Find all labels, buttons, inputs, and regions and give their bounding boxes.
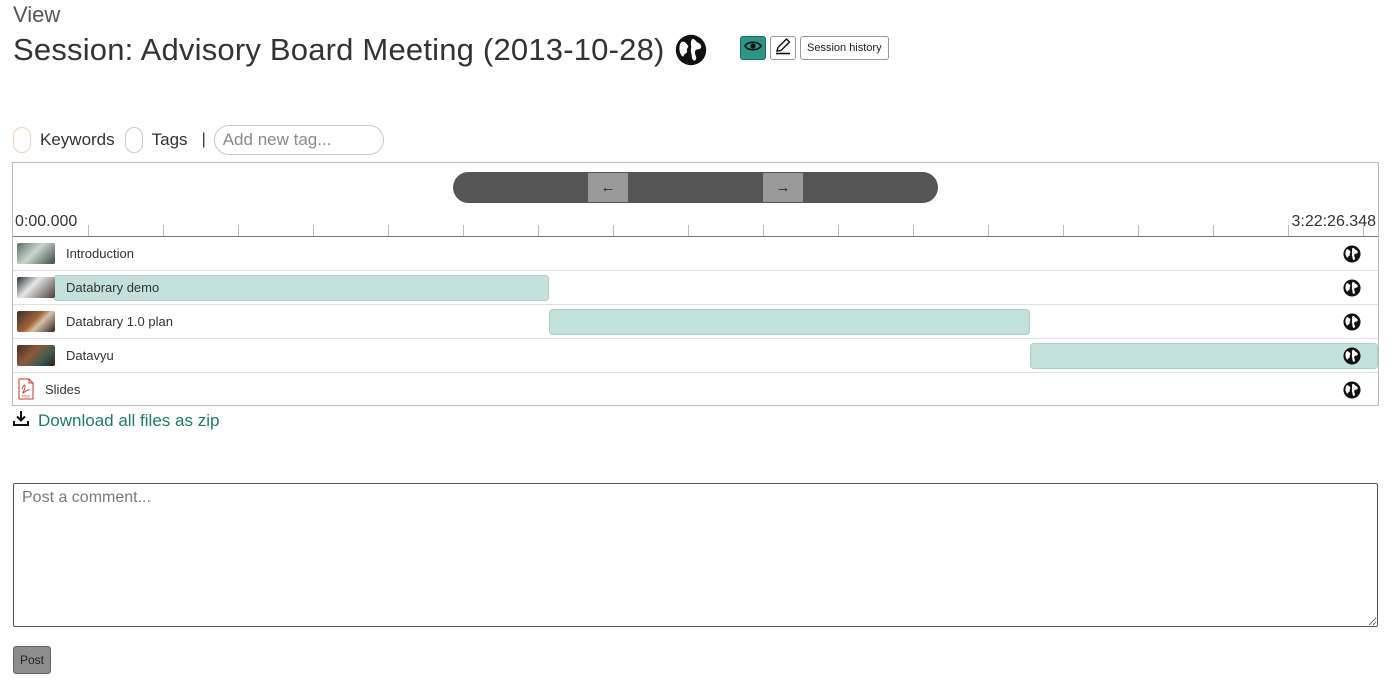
timeline-track[interactable]: PDF Slides (13, 373, 1378, 407)
track-name[interactable]: Datavyu (66, 348, 114, 363)
download-icon[interactable] (13, 410, 29, 431)
timeline-scrubber[interactable]: ← → (453, 172, 938, 203)
globe-icon[interactable] (1343, 245, 1361, 263)
start-time-label: 0:00.000 (15, 213, 78, 230)
timeline-track[interactable]: Datavyu (13, 339, 1378, 373)
page-view-label: View (13, 2, 61, 27)
track-name[interactable]: Databrary 1.0 plan (66, 314, 173, 329)
timeline-panel: ← → 0:00.000 3:22:26.348 Introduction Da… (12, 162, 1379, 406)
eye-icon (744, 39, 762, 57)
filter-separator: | (201, 131, 206, 148)
download-all-link[interactable]: Download all files as zip (38, 411, 219, 431)
timeline-ruler: 0:00.000 3:22:26.348 (13, 209, 1378, 237)
edit-button[interactable] (770, 36, 796, 60)
filter-row: Keywords Tags | (13, 125, 384, 155)
pencil-icon (774, 37, 792, 60)
timeline-track[interactable]: Databrary demo (13, 271, 1378, 305)
track-name[interactable]: Slides (45, 382, 80, 397)
ruler-tick (388, 225, 389, 236)
video-thumbnail[interactable] (17, 277, 55, 298)
video-thumbnail[interactable] (17, 243, 55, 264)
ruler-tick (988, 225, 989, 236)
timeline-track[interactable]: Introduction (13, 237, 1378, 271)
track-name[interactable]: Introduction (66, 246, 134, 261)
next-button[interactable]: → (763, 173, 803, 202)
pdf-icon[interactable]: PDF (18, 378, 34, 405)
ruler-tick (1363, 225, 1364, 236)
globe-icon[interactable] (1343, 381, 1361, 399)
globe-icon[interactable] (675, 34, 707, 66)
track-segment[interactable] (549, 309, 1030, 335)
keywords-label[interactable]: Keywords (40, 130, 115, 150)
globe-icon[interactable] (1343, 347, 1361, 365)
timeline-track[interactable]: Databrary 1.0 plan (13, 305, 1378, 339)
title-row: Session: Advisory Board Meeting (2013-10… (13, 32, 707, 68)
session-history-button[interactable]: Session history (800, 36, 889, 60)
ruler-tick (1063, 225, 1064, 236)
ruler-tick (763, 225, 764, 236)
globe-icon[interactable] (1343, 279, 1361, 297)
view-toggle-button[interactable] (740, 36, 766, 60)
ruler-tick (913, 225, 914, 236)
ruler-tick (313, 225, 314, 236)
page-title: Session: Advisory Board Meeting (2013-10… (13, 32, 665, 67)
ruler-tick (163, 225, 164, 236)
ruler-tick (688, 225, 689, 236)
keywords-toggle[interactable] (13, 127, 31, 153)
ruler-tick (1288, 225, 1289, 236)
video-thumbnail[interactable] (17, 345, 55, 366)
ruler-tick (1138, 225, 1139, 236)
ruler-tick (838, 225, 839, 236)
track-segment[interactable] (1030, 343, 1378, 369)
tags-toggle[interactable] (124, 127, 143, 153)
ruler-tick (1213, 225, 1214, 236)
ruler-tick (238, 225, 239, 236)
ruler-tick (463, 225, 464, 236)
post-button[interactable]: Post (13, 646, 51, 674)
video-thumbnail[interactable] (17, 311, 55, 332)
tags-label[interactable]: Tags (152, 130, 188, 150)
add-tag-input[interactable] (213, 125, 384, 155)
previous-button[interactable]: ← (588, 173, 628, 202)
ruler-tick (613, 225, 614, 236)
track-name[interactable]: Databrary demo (66, 280, 159, 295)
ruler-tick (538, 225, 539, 236)
globe-icon[interactable] (1343, 313, 1361, 331)
comment-input[interactable] (13, 483, 1378, 627)
svg-text:PDF: PDF (22, 394, 31, 399)
download-row: Download all files as zip (13, 410, 219, 431)
ruler-tick (88, 225, 89, 236)
session-toolbar: Session history (740, 36, 889, 60)
